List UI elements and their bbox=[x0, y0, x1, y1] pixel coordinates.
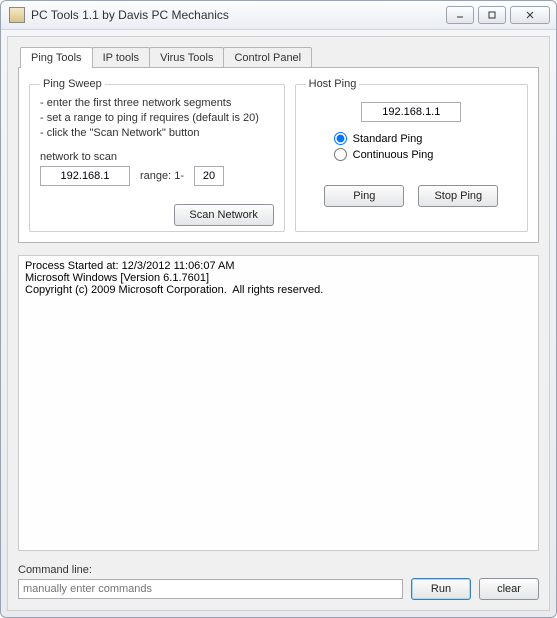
radio-continuous-ping-label: Continuous Ping bbox=[353, 149, 434, 161]
output-wrap: Process Started at: 12/3/2012 11:06:07 A… bbox=[18, 255, 539, 554]
radio-continuous-ping-row[interactable]: Continuous Ping bbox=[334, 148, 517, 161]
tab-ping-tools[interactable]: Ping Tools bbox=[20, 47, 93, 68]
group-host-ping: Host Ping Standard Ping Continuous Ping bbox=[295, 78, 528, 232]
range-input[interactable] bbox=[194, 166, 224, 186]
tab-virus-tools[interactable]: Virus Tools bbox=[149, 47, 224, 68]
instruction-line: - click the "Scan Network" button bbox=[40, 126, 274, 141]
ping-sweep-instructions: - enter the first three network segments… bbox=[40, 96, 274, 141]
close-button[interactable] bbox=[510, 6, 550, 24]
group-ping-sweep: Ping Sweep - enter the first three netwo… bbox=[29, 78, 285, 232]
radio-continuous-ping[interactable] bbox=[334, 148, 347, 161]
host-ip-input[interactable] bbox=[361, 102, 461, 122]
command-section: Command line: Run clear bbox=[18, 564, 539, 600]
tabs-row: Ping Tools IP tools Virus Tools Control … bbox=[18, 47, 539, 68]
client-area: Ping Tools IP tools Virus Tools Control … bbox=[7, 36, 550, 611]
radio-standard-ping-row[interactable]: Standard Ping bbox=[334, 132, 517, 145]
ping-button[interactable]: Ping bbox=[324, 185, 404, 207]
tab-control-panel[interactable]: Control Panel bbox=[223, 47, 312, 68]
group-ping-sweep-legend: Ping Sweep bbox=[40, 78, 105, 90]
network-input[interactable] bbox=[40, 166, 130, 186]
network-to-scan-label: network to scan bbox=[40, 151, 274, 163]
app-window: PC Tools 1.1 by Davis PC Mechanics Ping … bbox=[0, 0, 557, 618]
run-button[interactable]: Run bbox=[411, 578, 471, 600]
radio-standard-ping-label: Standard Ping bbox=[353, 133, 423, 145]
tab-ip-tools[interactable]: IP tools bbox=[92, 47, 151, 68]
instruction-line: - enter the first three network segments bbox=[40, 96, 274, 111]
maximize-button[interactable] bbox=[478, 6, 506, 24]
window-controls bbox=[446, 6, 550, 24]
command-input[interactable] bbox=[18, 579, 403, 599]
minimize-button[interactable] bbox=[446, 6, 474, 24]
output-console[interactable]: Process Started at: 12/3/2012 11:06:07 A… bbox=[18, 255, 539, 551]
clear-button[interactable]: clear bbox=[479, 578, 539, 600]
minimize-icon bbox=[455, 10, 465, 20]
scan-network-button[interactable]: Scan Network bbox=[174, 204, 274, 226]
tab-pane-ping-tools: Ping Sweep - enter the first three netwo… bbox=[18, 67, 539, 243]
group-host-ping-legend: Host Ping bbox=[306, 78, 360, 90]
range-label: range: 1- bbox=[140, 170, 184, 182]
stop-ping-button[interactable]: Stop Ping bbox=[418, 185, 498, 207]
window-title: PC Tools 1.1 by Davis PC Mechanics bbox=[31, 8, 446, 22]
app-icon bbox=[9, 7, 25, 23]
radio-standard-ping[interactable] bbox=[334, 132, 347, 145]
maximize-icon bbox=[487, 10, 497, 20]
instruction-line: - set a range to ping if requires (defau… bbox=[40, 111, 274, 126]
command-line-label: Command line: bbox=[18, 564, 539, 576]
titlebar[interactable]: PC Tools 1.1 by Davis PC Mechanics bbox=[1, 1, 556, 30]
close-icon bbox=[525, 10, 535, 20]
